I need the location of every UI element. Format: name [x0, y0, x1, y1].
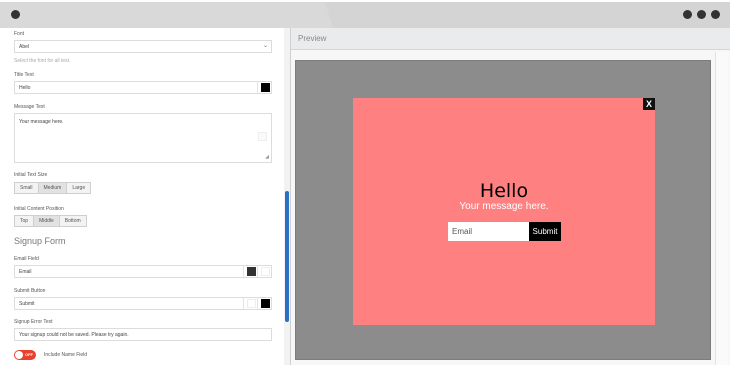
content-position-group: Top Middle Bottom — [14, 215, 87, 227]
email-field-label: Email Field — [14, 256, 39, 262]
name-field-toggle[interactable]: OFF — [14, 350, 36, 360]
email-field-value: Email — [19, 269, 32, 275]
submit-button-value: Submit — [19, 301, 35, 307]
submit-text-color-picker[interactable] — [243, 298, 257, 309]
popup-email-input[interactable]: Email — [448, 222, 529, 241]
window-dot-icon[interactable] — [11, 10, 20, 19]
email-bg-color-picker[interactable] — [257, 266, 271, 277]
scrollbar-thumb[interactable] — [285, 191, 289, 322]
email-color-picker[interactable] — [243, 266, 257, 277]
preview-canvas: X Hello Your message here. Email Submit — [295, 60, 711, 360]
content-position-label: Initial Content Position — [14, 206, 64, 212]
color-swatch-icon — [247, 267, 256, 276]
error-text-input[interactable]: Your signup could not be saved. Please t… — [14, 328, 272, 341]
font-select[interactable]: Abel ⌄ — [14, 40, 272, 53]
font-label: Font — [14, 31, 25, 37]
toggle-state: OFF — [25, 352, 33, 357]
color-swatch-icon — [261, 267, 270, 276]
position-middle[interactable]: Middle — [33, 215, 60, 227]
close-icon[interactable]: X — [643, 98, 655, 110]
message-color-picker[interactable] — [258, 132, 267, 141]
window-titlebar — [0, 0, 730, 28]
window-dot-icon[interactable] — [697, 10, 706, 19]
popup-message: Your message here. — [459, 201, 549, 212]
popup-submit-button[interactable]: Submit — [529, 222, 561, 241]
window-dot-icon[interactable] — [683, 10, 692, 19]
preview-panel: Preview X Hello Your message here. Email… — [291, 28, 730, 365]
text-size-large[interactable]: Large — [66, 182, 92, 194]
color-swatch-icon — [261, 83, 270, 92]
preview-scrollbar[interactable] — [715, 52, 728, 365]
font-select-value: Abel — [19, 44, 30, 50]
preview-header: Preview — [291, 28, 730, 50]
name-field-label: Include Name Field — [44, 352, 88, 358]
popup-title: Hello — [479, 180, 529, 202]
title-color-picker[interactable] — [257, 82, 271, 93]
message-text-area[interactable]: Your message here. ◢ — [14, 113, 272, 163]
title-text-label: Title Text — [14, 72, 34, 78]
color-swatch-icon — [247, 299, 256, 308]
window-dot-icon[interactable] — [711, 10, 720, 19]
message-text-value: Your message here. — [19, 119, 64, 125]
message-text-label: Message Text — [14, 104, 45, 110]
title-text-value: Hello — [19, 85, 31, 91]
resize-grip-icon[interactable]: ◢ — [265, 154, 269, 160]
submit-bg-color-picker[interactable] — [257, 298, 271, 309]
font-hint: Select the font for all text. — [14, 58, 71, 64]
email-field-input[interactable]: Email — [14, 265, 272, 278]
submit-button-input[interactable]: Submit — [14, 297, 272, 310]
color-swatch-icon — [261, 299, 270, 308]
text-size-medium[interactable]: Medium — [37, 182, 68, 194]
text-size-small[interactable]: Small — [14, 182, 39, 194]
error-text-value: Your signup could not be saved. Please t… — [19, 332, 129, 338]
popup-preview: X Hello Your message here. Email Submit — [353, 98, 655, 325]
chevron-down-icon: ⌄ — [262, 43, 268, 49]
text-size-label: Initial Text Size — [14, 172, 48, 178]
position-bottom[interactable]: Bottom — [58, 215, 87, 227]
toggle-knob — [15, 351, 23, 359]
submit-button-label: Submit Button — [14, 288, 46, 294]
position-top[interactable]: Top — [14, 215, 35, 227]
settings-panel: Font Abel ⌄ Select the font for all text… — [0, 28, 284, 365]
error-text-label: Signup Error Text — [14, 319, 53, 325]
text-size-group: Small Medium Large — [14, 182, 92, 194]
signup-form-heading: Signup Form — [14, 236, 66, 246]
title-text-input[interactable]: Hello — [14, 81, 272, 94]
